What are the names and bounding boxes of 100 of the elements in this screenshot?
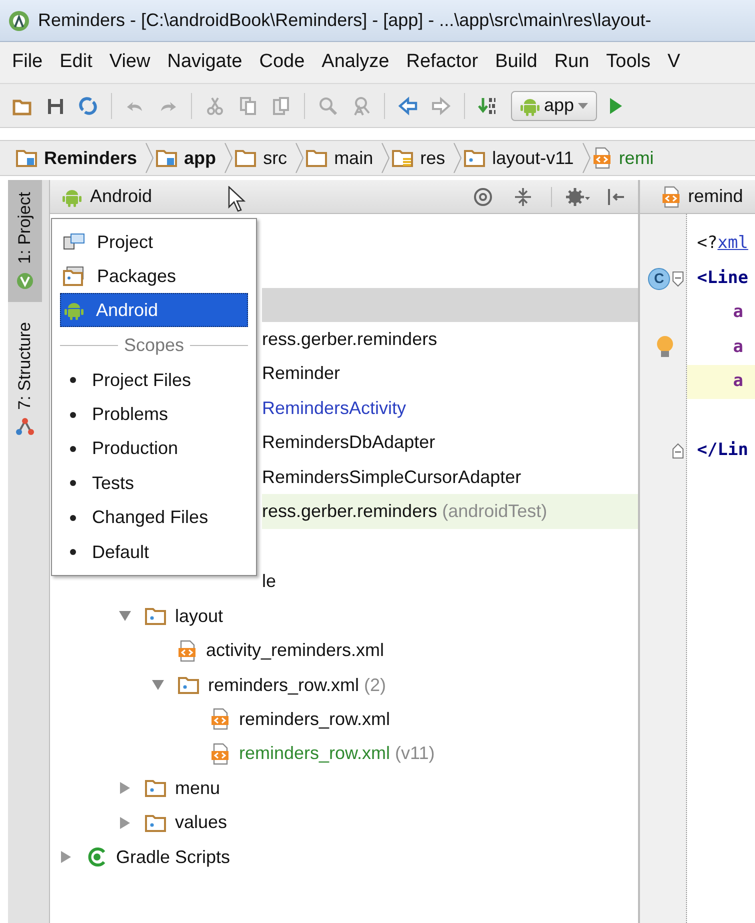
menu-item[interactable]: V (668, 48, 680, 77)
fold-end-icon[interactable] (672, 442, 684, 459)
make-project-icon[interactable] (478, 96, 498, 116)
scope-menu-item[interactable]: Production (60, 432, 248, 466)
chevron-icon (224, 143, 234, 173)
caret-icon (578, 102, 588, 108)
copy-icon[interactable] (238, 96, 258, 116)
packages-icon (63, 266, 85, 286)
scopes-heading: Scopes (124, 334, 184, 357)
collapsed-arrow-icon[interactable] (60, 851, 72, 864)
run-configuration-dropdown[interactable]: app (511, 90, 598, 120)
tree-row[interactable]: RemindersSimpleCursorAdapter (262, 460, 638, 494)
sync-icon[interactable] (78, 96, 98, 116)
cut-icon[interactable] (205, 96, 225, 116)
collapsed-arrow-icon[interactable] (119, 782, 131, 794)
breadcrumb[interactable]: remi (592, 144, 660, 172)
tree-row[interactable]: activity_reminders.xml (50, 634, 638, 668)
bullet-icon (70, 446, 76, 452)
code-line: <?xml (696, 232, 750, 256)
breadcrumb[interactable]: Reminders (16, 144, 144, 172)
breadcrumb[interactable]: layout-v11 (464, 144, 580, 172)
menu-item[interactable]: File (12, 48, 43, 77)
menu-item[interactable]: Run (554, 48, 590, 77)
xml-file-icon (592, 147, 613, 169)
menu-item[interactable]: Navigate (167, 48, 242, 77)
collapsed-arrow-icon[interactable] (119, 816, 131, 829)
folder-icon (178, 676, 200, 694)
chevron-icon (295, 143, 304, 173)
file-name: reminders_row.xml (239, 742, 390, 766)
folder-icon (156, 149, 178, 167)
tree-row[interactable]: le (262, 564, 638, 600)
view-menu-item[interactable]: Android (60, 293, 248, 327)
tool-window-tab[interactable]: 7: Structure (8, 310, 42, 448)
bullet-icon (70, 514, 76, 521)
tree-row[interactable]: ress.gerber.reminders (androidTest) (262, 494, 638, 529)
folder-icon (145, 607, 167, 626)
menu-item[interactable]: Build (495, 48, 538, 77)
tree-row[interactable]: reminders_row.xml (2) (50, 668, 638, 702)
tree-row[interactable]: RemindersActivity (262, 391, 638, 426)
tree-row[interactable]: layout (50, 599, 638, 634)
run-icon[interactable] (610, 96, 622, 116)
xml-file-icon (211, 742, 231, 765)
xml-file-icon (211, 708, 231, 730)
breadcrumb[interactable]: src (235, 144, 294, 172)
tool-window-tab[interactable]: 1: Project (8, 180, 42, 302)
chevron-icon (582, 143, 591, 173)
bullet-icon (70, 377, 76, 384)
fold-start-icon[interactable] (672, 270, 684, 287)
tree-row[interactable]: Gradle Scripts (50, 840, 638, 874)
menu-item[interactable]: View (109, 48, 150, 77)
structure-icon (16, 418, 34, 436)
replace-icon[interactable] (351, 96, 371, 116)
tree-row[interactable]: values (50, 805, 638, 840)
scope-menu-item[interactable]: Tests (60, 466, 248, 501)
expanded-arrow-icon[interactable] (119, 610, 131, 622)
tree-row[interactable]: reminders_row.xml (v11) (50, 736, 638, 772)
settings-icon[interactable] (566, 186, 590, 206)
tree-row[interactable]: Reminder (262, 356, 638, 392)
paste-icon[interactable] (271, 96, 291, 116)
class-badge: C (648, 268, 670, 290)
menu-item[interactable]: Tools (606, 48, 651, 77)
scope-menu-item[interactable]: Changed Files (60, 500, 248, 535)
window-title: Reminders - [C:\androidBook\Reminders] - [app] - ...\app\src\main\res\layout- (38, 9, 652, 32)
forward-arrow-icon[interactable] (431, 96, 451, 116)
folder-icon (306, 149, 328, 167)
tree-row[interactable]: ress.gerber.reminders (262, 322, 638, 357)
gradle-icon (86, 846, 108, 868)
scope-menu-item[interactable]: Default (60, 534, 248, 570)
code-line: <Line (696, 266, 750, 290)
back-arrow-icon[interactable] (398, 96, 418, 116)
expanded-arrow-icon[interactable] (152, 679, 164, 692)
view-menu-item[interactable]: Project (60, 225, 248, 259)
code-line: a (732, 336, 744, 359)
scope-menu-item[interactable]: Problems (60, 397, 248, 432)
menu-item[interactable]: Refactor (406, 48, 478, 77)
folder-icon (16, 149, 38, 167)
project-view-icon (63, 232, 85, 252)
bullet-icon (70, 549, 76, 556)
menu-item[interactable]: Code (259, 48, 305, 77)
breadcrumb[interactable]: app (156, 144, 222, 172)
search-icon[interactable] (318, 96, 338, 116)
mouse-pointer-icon (228, 186, 246, 212)
folder-icon (145, 779, 167, 798)
tree-row[interactable]: RemindersDbAdapter (262, 426, 638, 460)
folder-icon (235, 149, 258, 167)
code-line: </Lin (696, 438, 750, 462)
file-name: RemindersActivity (262, 396, 406, 420)
tree-row[interactable]: reminders_row.xml (50, 702, 638, 737)
scope-menu-item[interactable]: Project Files (60, 363, 248, 398)
chevron-icon (453, 143, 462, 173)
tree-row[interactable]: menu (50, 771, 638, 806)
folder-icon (392, 149, 414, 167)
menu-item[interactable]: Analyze (322, 48, 390, 77)
menu-item[interactable]: Edit (60, 48, 92, 77)
xml-file-icon (662, 186, 682, 208)
breadcrumb[interactable]: res (392, 144, 452, 172)
view-menu-item[interactable]: Packages (60, 259, 248, 293)
xml-file-icon (178, 640, 198, 662)
chevron-icon (145, 143, 154, 173)
breadcrumb[interactable]: main (306, 144, 380, 172)
